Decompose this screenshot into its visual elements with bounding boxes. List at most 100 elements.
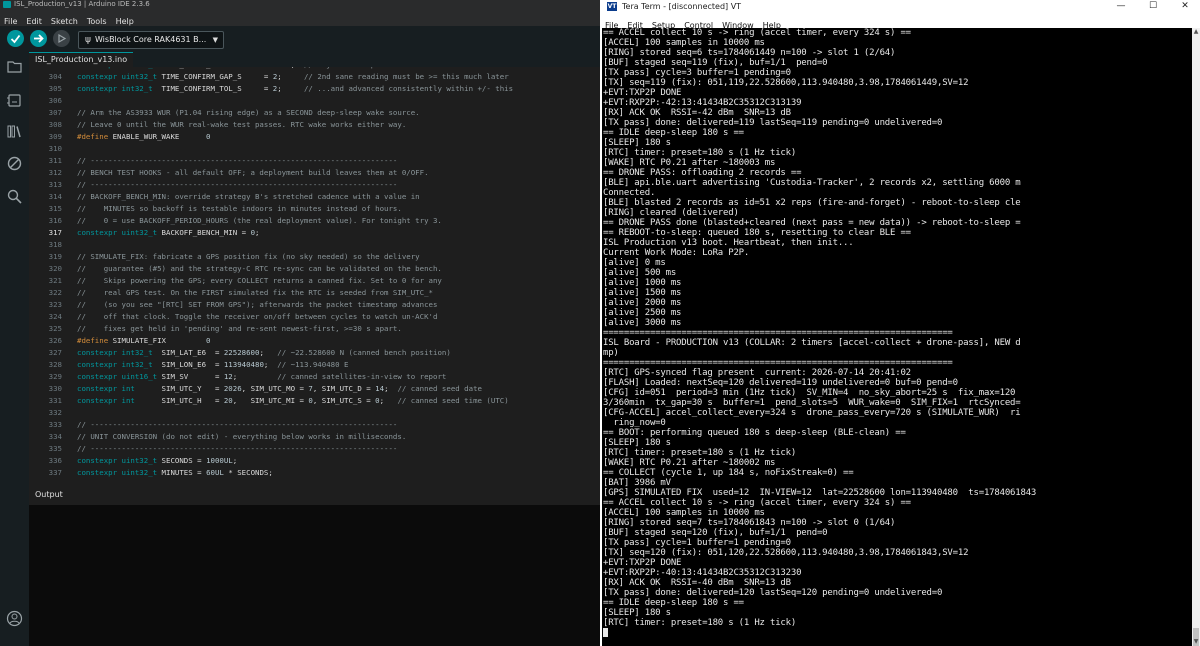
code-line[interactable]: 322 // real GPS test. On the FIRST simula… [29,287,600,299]
code-line[interactable]: 316 // 0 = use BACKOFF_PERIOD_HOURS (the … [29,215,600,227]
maximize-button[interactable]: ☐ [1138,0,1168,13]
code-line[interactable]: 328 constexpr int32_t SIM_LON_E6 = 113940… [29,359,600,371]
code-line[interactable]: 333 // ----------------------------------… [29,419,600,431]
terminal-line: == ACCEL collect 10 s -> ring (accel tim… [603,28,911,38]
debug-button[interactable] [53,30,70,47]
line-number: 306 [48,96,62,105]
terminal-line: [CFG] id=051 period=3 min (1Hz tick) SV_… [603,388,1016,398]
code-line[interactable]: 320 // guarantee (#5) and the strategy-C … [29,263,600,275]
code-line[interactable]: 305 constexpr int32_t TIME_CONFIRM_TOL_S … [29,83,600,95]
code-line[interactable]: 307 // Arm the AS3933 WUR (P1.04 rising e… [29,107,600,119]
code-line[interactable]: 310 [29,143,600,155]
code-line[interactable]: 314 // BACKOFF_BENCH_MIN: override strate… [29,191,600,203]
terminal-line: [TX pass] done: delivered=119 lastSeq=11… [603,118,943,128]
output-title: Output [35,490,63,499]
code-line[interactable]: 326 #define SIMULATE_FIX 0 [29,335,600,347]
terminal-line: == BOOT: performing queued 180 s deep-sl… [603,428,906,438]
board-manager-icon[interactable] [6,92,23,109]
menu-edit[interactable]: Edit [26,17,42,26]
code-line[interactable]: 308 // Leave 0 until the WUR real-wake te… [29,119,600,131]
search-icon[interactable] [6,188,23,205]
terminal-line: [GPS] SIMULATED FIX used=12 IN-VIEW=12 l… [603,488,1037,498]
code-line[interactable]: 331 constexpr int SIM_UTC_H = 20, SIM_UTC… [29,395,600,407]
code-line[interactable]: 335 // ----------------------------------… [29,443,600,455]
debug-icon[interactable] [6,155,23,172]
teraterm-window: VT Tera Term - [disconnected] VT — ☐ ✕ F… [600,0,1200,646]
scroll-up-icon[interactable]: ▲ [1192,28,1200,36]
debug-icon [58,33,67,44]
line-number: 313 [48,180,62,189]
code-line[interactable]: 332 [29,407,600,419]
menu-file[interactable]: File [4,17,17,26]
close-button[interactable]: ✕ [1170,0,1200,13]
code-line[interactable]: 321 // Skips powering the GPS; every COLL… [29,275,600,287]
chevron-down-icon: ▼ [212,36,218,44]
code-line[interactable]: 309 #define ENABLE_WUR_WAKE 0 [29,131,600,143]
board-selector[interactable]: ψ WisBlock Core RAK4631 B... ▼ [78,31,224,49]
code-line[interactable]: 318 [29,239,600,251]
terminal-line: +EVT:TXP2P DONE [603,558,682,568]
code-text: // real GPS test. On the FIRST simulated… [77,288,433,297]
teraterm-menu-bar: File Edit Setup Control Window Help [600,13,1200,30]
line-number: 317 [48,228,62,237]
terminal-line: [BLE] api.ble.uart advertising 'Custodia… [603,178,1021,188]
minimize-button[interactable]: — [1106,0,1136,13]
code-line[interactable]: 311 // ----------------------------------… [29,155,600,167]
ide-title-bar: ISL_Production_v13 | Arduino IDE 2.3.6 [0,0,600,9]
tab-sketch-file[interactable]: ISL_Production_v13.ino [29,52,134,68]
line-number: 309 [48,132,62,141]
code-line[interactable]: 317 constexpr uint32_t BACKOFF_BENCH_MIN … [29,227,600,239]
code-line[interactable]: 312 // BENCH TEST HOOKS - all default OFF… [29,167,600,179]
terminal-line: == DRONE PASS done (blasted+cleared (nex… [603,218,1021,228]
terminal-line: [alive] 1000 ms [603,278,682,288]
code-line[interactable]: 313 // ----------------------------------… [29,179,600,191]
terminal-line: mp) [603,348,619,358]
terminal-line: [TX pass] cycle=1 buffer=1 pending=0 [603,538,791,548]
code-line[interactable]: 306 [29,95,600,107]
output-panel: Output [29,485,600,646]
terminal-line: [WAKE] RTC P0.21 after ~180002 ms [603,458,776,468]
terminal-line: +EVT:RXP2P:-40:13:41434B2C35312C313230 [603,568,802,578]
line-number: 326 [48,336,62,345]
code-line[interactable]: 315 // MINUTES so backoff is testable ind… [29,203,600,215]
line-number: 307 [48,108,62,117]
terminal-line: [BUF] staged seq=119 (fix), buf=1/1 pend… [603,58,828,68]
terminal-line: [alive] 500 ms [603,268,677,278]
menu-tools[interactable]: Tools [87,17,107,26]
code-line[interactable]: 304 constexpr uint32_t TIME_CONFIRM_GAP_S… [29,71,600,83]
account-icon[interactable] [6,610,23,627]
menu-help[interactable]: Help [116,17,134,26]
code-line[interactable]: 329 constexpr uint16_t SIM_SV = 12; // ca… [29,371,600,383]
editor-tab-bar: ISL_Production_v13.ino [29,52,600,68]
terminal-line: ========================================… [603,328,953,338]
terminal-screen[interactable]: == ACCEL collect 10 s -> ring (accel tim… [602,28,1192,646]
code-line[interactable]: 330 constexpr int SIM_UTC_Y = 2026, SIM_U… [29,383,600,395]
upload-button[interactable] [30,30,47,47]
code-line[interactable]: 337 constexpr uint32_t MINUTES = 60UL * S… [29,467,600,479]
code-line[interactable]: 334 // UNIT CONVERSION (do not edit) - ev… [29,431,600,443]
scroll-down-icon[interactable]: ▼ [1192,638,1200,646]
code-line[interactable]: 323 // (so you see "[RTC] SET FROM GPS");… [29,299,600,311]
code-text: // 0 = use BACKOFF_PERIOD_HOURS (the rea… [77,216,442,225]
code-line[interactable]: 324 // off that clock. Toggle the receive… [29,311,600,323]
terminal-line: [RTC] timer: preset=180 s (1 Hz tick) [603,618,797,628]
library-icon[interactable] [6,123,23,140]
line-number: 334 [48,432,62,441]
line-number: 330 [48,384,62,393]
line-number: 308 [48,120,62,129]
folder-icon[interactable] [6,58,23,75]
terminal-line: [SLEEP] 180 s [603,438,671,448]
terminal-scrollbar[interactable]: ▲ ▼ [1192,28,1200,646]
verify-button[interactable] [7,30,24,47]
check-icon [10,34,21,44]
code-line[interactable]: 327 constexpr int32_t SIM_LAT_E6 = 225286… [29,347,600,359]
code-editor[interactable]: 303constexpr uint32_t TIME_VALID_YEAR = … [29,67,600,485]
code-line[interactable]: 336 constexpr uint32_t SECONDS = 1000UL; [29,455,600,467]
teraterm-window-title: Tera Term - [disconnected] VT [622,2,742,11]
line-number: 332 [48,408,62,417]
code-line[interactable]: 325 // fixes get held in 'pending' and re… [29,323,600,335]
code-line[interactable]: 319 // SIMULATE_FIX: fabricate a GPS posi… [29,251,600,263]
arrow-right-icon [34,34,44,43]
menu-sketch[interactable]: Sketch [51,17,78,26]
terminal-line: [RTC] timer: preset=180 s (1 Hz tick) [603,448,797,458]
